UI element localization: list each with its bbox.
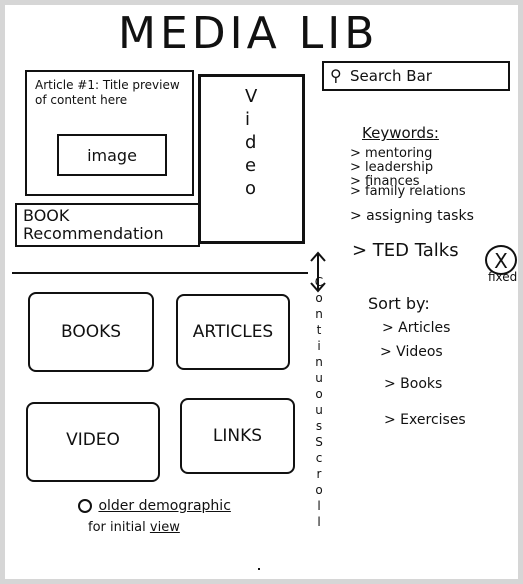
tile-label: VIDEO [66, 430, 120, 450]
scroll-label-char: r [316, 467, 322, 481]
sort-option[interactable]: > Articles [382, 320, 450, 336]
video-tile[interactable]: VIDEO [26, 402, 160, 482]
view-link: view [149, 520, 180, 535]
tile-label: LINKS [212, 426, 263, 446]
scroll-label-char: o [315, 387, 323, 401]
video-letter: e [245, 155, 257, 176]
sort-option[interactable]: > Exercises [384, 412, 466, 428]
keyword-item[interactable]: > assigning tasks [350, 208, 474, 224]
page-title: MEDIA LIB [118, 8, 379, 59]
video-letter: V [245, 86, 258, 107]
article-card[interactable]: Article #1: Title preview of content her… [25, 70, 194, 196]
keyword-item[interactable]: > leadership [350, 160, 433, 175]
sort-by-heading: Sort by: [368, 294, 430, 313]
scroll-label-char: C [314, 275, 324, 289]
books-tile[interactable]: BOOKS [28, 292, 154, 372]
sort-option[interactable]: > Books [384, 376, 442, 392]
section-divider [12, 272, 308, 274]
links-tile[interactable]: LINKS [180, 398, 295, 474]
older-demographic-note: older demographic [78, 498, 231, 514]
pin-icon: ⚲ [330, 66, 342, 85]
video-letter: i [245, 109, 251, 130]
continuous-scroll-label: ContinuousScroll [312, 274, 326, 530]
video-label: V i d e o [245, 85, 257, 200]
articles-tile[interactable]: ARTICLES [176, 294, 290, 370]
scroll-label-char: n [315, 355, 323, 369]
scroll-label-char: l [317, 499, 321, 513]
keyword-item[interactable]: > TED Talks [352, 240, 459, 261]
scroll-label-char: o [315, 483, 323, 497]
book-recommendation-label: BOOK Recommendation [23, 206, 164, 243]
scroll-label-char: u [315, 403, 323, 417]
scroll-label-char: i [317, 339, 321, 353]
article-image-placeholder: image [57, 134, 167, 176]
scroll-label-char: l [317, 515, 321, 529]
scroll-label-char: n [315, 307, 323, 321]
search-bar[interactable]: ⚲ Search Bar [322, 61, 510, 91]
video-letter: d [245, 132, 257, 153]
keyword-item[interactable]: > family relations [350, 184, 466, 199]
keywords-heading: Keywords: [362, 124, 439, 142]
image-label: image [87, 146, 137, 165]
scroll-label-char: s [315, 419, 323, 433]
sort-option[interactable]: > Videos [380, 344, 443, 360]
scroll-label-char: c [315, 451, 323, 465]
circle-icon [78, 499, 92, 513]
scroll-label-char: u [315, 371, 323, 385]
fixed-label: fixed [488, 270, 518, 284]
book-recommendation[interactable]: BOOK Recommendation [15, 203, 200, 247]
video-letter: o [245, 178, 257, 199]
article-title: Article #1: Title preview of content her… [35, 78, 180, 107]
tile-label: BOOKS [60, 322, 122, 342]
search-bar-label: Search Bar [350, 67, 432, 85]
initial-view-note: for initial view [88, 520, 180, 535]
scroll-label-char: S [315, 435, 323, 449]
scroll-label-char: o [315, 291, 323, 305]
tile-label: ARTICLES [192, 322, 274, 342]
video-panel[interactable]: V i d e o [198, 74, 305, 244]
stray-dot [258, 568, 260, 570]
keyword-item[interactable]: > mentoring [350, 146, 432, 161]
scroll-label-char: t [316, 323, 322, 337]
